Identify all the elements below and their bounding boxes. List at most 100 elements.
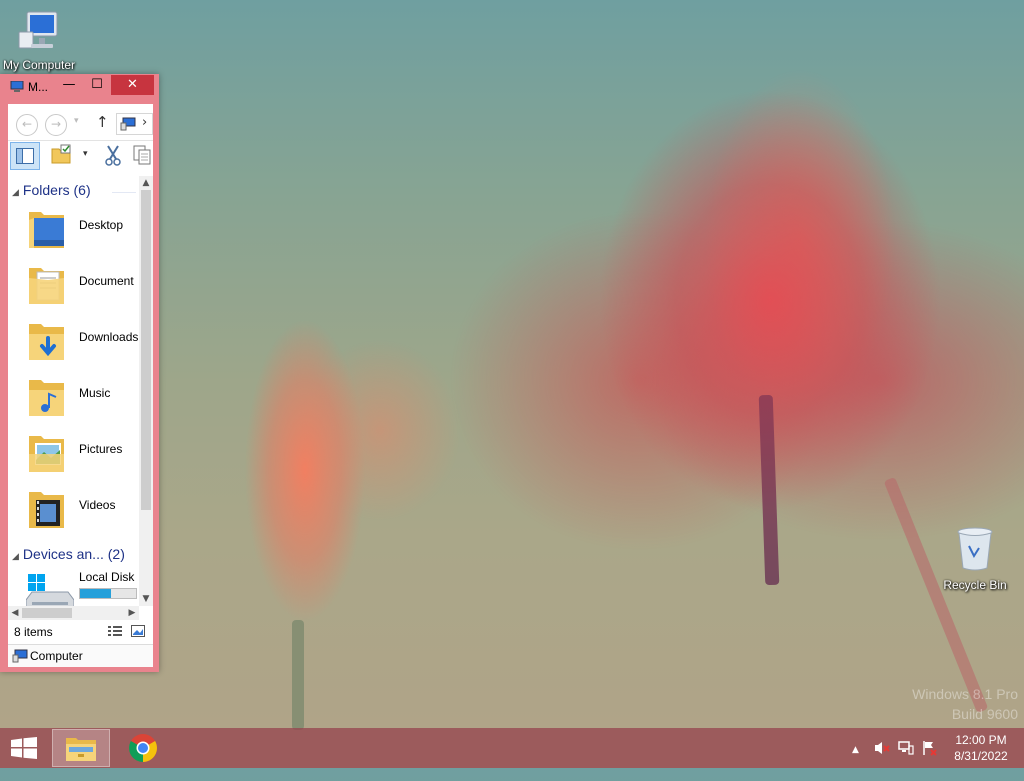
group-label: Folders xyxy=(22,182,70,198)
computer-icon xyxy=(120,117,136,134)
network-icon xyxy=(898,741,914,755)
cut-button[interactable] xyxy=(102,144,126,168)
clock-time: 12:00 PM xyxy=(955,733,1007,747)
recycle-bin-icon xyxy=(955,526,995,572)
pictures-folder-icon xyxy=(26,430,70,479)
recent-locations-dropdown[interactable]: ▾ xyxy=(74,116,79,126)
watermark-edition: Windows 8.1 Pro xyxy=(912,686,1018,702)
window-client: ← → ▾ ↑ › ▾ ◢ Folders (6) Desktop Docume… xyxy=(8,104,153,667)
windows-logo-icon xyxy=(11,737,37,762)
desktop-folder-icon xyxy=(26,206,70,255)
list-item[interactable]: Videos xyxy=(8,480,139,536)
group-header-folders[interactable]: ◢ Folders (6) xyxy=(12,182,91,198)
network-button[interactable] xyxy=(898,740,914,780)
navigation-pane-button[interactable] xyxy=(10,142,40,170)
item-count: 8 items xyxy=(14,625,53,639)
wallpaper-stem xyxy=(883,476,989,714)
group-count: (2) xyxy=(107,546,125,562)
details-view-icon xyxy=(108,626,122,636)
group-label: Devices an... xyxy=(22,546,104,562)
list-item[interactable]: Music xyxy=(8,368,139,424)
desktop-icon-label: Recycle Bin xyxy=(943,578,1007,592)
chrome-icon xyxy=(128,733,158,766)
breadcrumb-chevron[interactable]: › xyxy=(142,115,147,130)
action-center-flag-icon xyxy=(923,741,937,756)
status-bar: 8 items xyxy=(8,622,153,642)
location-label: Computer xyxy=(30,649,83,663)
folder-check-icon xyxy=(50,144,72,169)
scrollbar-thumb[interactable] xyxy=(22,608,72,618)
navigation-bar: ← → ▾ ↑ › xyxy=(8,106,153,141)
large-icons-view-button[interactable] xyxy=(131,625,145,640)
location-strip: Computer xyxy=(8,644,153,667)
scissors-icon xyxy=(102,145,124,169)
disk-usage-fill xyxy=(80,589,111,598)
address-bar[interactable]: › xyxy=(116,113,153,135)
folder-label: Downloads xyxy=(79,330,139,344)
scroll-down-arrow-icon[interactable]: ▼ xyxy=(139,594,153,604)
desktop-icon-my-computer[interactable]: My Computer xyxy=(0,8,78,72)
documents-folder-icon xyxy=(26,262,70,311)
collapse-caret-icon: ◢ xyxy=(12,187,19,197)
folder-label: Desktop xyxy=(79,218,124,232)
up-button[interactable]: ↑ xyxy=(96,113,109,131)
title-bar[interactable]: M... — ☐ ✕ xyxy=(0,74,159,100)
folder-label: Pictures xyxy=(79,442,123,456)
pane-layout-icon xyxy=(16,148,34,167)
scroll-up-arrow-icon[interactable]: ▲ xyxy=(139,178,153,188)
collapse-caret-icon: ◢ xyxy=(12,551,19,561)
taskbar: ▲ 12:00 PM 8/31/2022 xyxy=(0,728,1024,768)
disk-usage-bar xyxy=(79,588,137,599)
explorer-window[interactable]: M... — ☐ ✕ ← → ▾ ↑ › ▾ ◢ Folders (6) Des… xyxy=(0,74,159,672)
windows-watermark: Windows 8.1 Pro Build 9600 xyxy=(912,684,1018,724)
list-item[interactable]: Pictures xyxy=(8,424,139,480)
disk-label: Local Disk xyxy=(79,570,135,584)
taskbar-chrome[interactable] xyxy=(114,728,172,768)
copy-button[interactable] xyxy=(132,144,153,168)
computer-icon xyxy=(15,8,63,54)
taskbar-file-explorer[interactable] xyxy=(52,729,110,767)
folder-label: Music xyxy=(79,386,111,400)
folder-label: Videos xyxy=(79,498,116,512)
vertical-scrollbar[interactable]: ▲ ▼ xyxy=(139,176,153,606)
ribbon-toolbar: ▾ xyxy=(8,140,153,172)
clock-date: 8/31/2022 xyxy=(954,749,1008,763)
scroll-left-arrow-icon[interactable]: ◀ xyxy=(8,606,22,620)
taskbar-clock[interactable]: 12:00 PM 8/31/2022 xyxy=(944,732,1018,764)
copy-icon xyxy=(132,145,153,168)
file-explorer-icon xyxy=(65,735,97,766)
desktop-icon-recycle-bin[interactable]: Recycle Bin xyxy=(940,526,1010,592)
wallpaper-stem xyxy=(292,620,304,730)
group-count: (6) xyxy=(73,182,91,198)
local-disk-icon xyxy=(25,572,75,606)
details-view-button[interactable] xyxy=(108,625,122,640)
back-button[interactable]: ← xyxy=(16,114,38,136)
volume-button[interactable] xyxy=(874,740,890,780)
scrollbar-thumb[interactable] xyxy=(141,190,151,510)
window-title: M... xyxy=(28,80,48,94)
minimize-button[interactable]: — xyxy=(56,75,82,95)
wallpaper-stem xyxy=(758,394,780,586)
list-item[interactable]: Downloads xyxy=(8,312,139,368)
action-center-button[interactable] xyxy=(922,740,938,780)
properties-button[interactable] xyxy=(50,144,74,168)
start-button[interactable] xyxy=(0,728,48,768)
group-divider xyxy=(112,192,136,193)
show-hidden-icons-button[interactable]: ▲ xyxy=(852,741,859,781)
list-item[interactable]: Local Disk xyxy=(8,568,139,606)
list-item[interactable]: Desktop xyxy=(8,200,139,256)
downloads-folder-icon xyxy=(26,318,70,367)
desktop-icon-label: My Computer xyxy=(2,58,76,72)
horizontal-scrollbar[interactable]: ◀ ▶ xyxy=(8,606,139,620)
list-item[interactable]: Document xyxy=(8,256,139,312)
group-header-devices[interactable]: ◢ Devices an... (2) xyxy=(12,546,125,562)
content-pane: ◢Folders (6) Desktop Document Downloads xyxy=(8,176,139,606)
computer-icon xyxy=(10,80,24,96)
forward-button[interactable]: → xyxy=(45,114,67,136)
music-folder-icon xyxy=(26,374,70,423)
properties-dropdown[interactable]: ▾ xyxy=(83,149,88,159)
maximize-button[interactable]: ☐ xyxy=(84,75,110,95)
chevron-up-icon: ▲ xyxy=(852,745,859,755)
scroll-right-arrow-icon[interactable]: ▶ xyxy=(125,606,139,620)
close-button[interactable]: ✕ xyxy=(111,75,154,95)
